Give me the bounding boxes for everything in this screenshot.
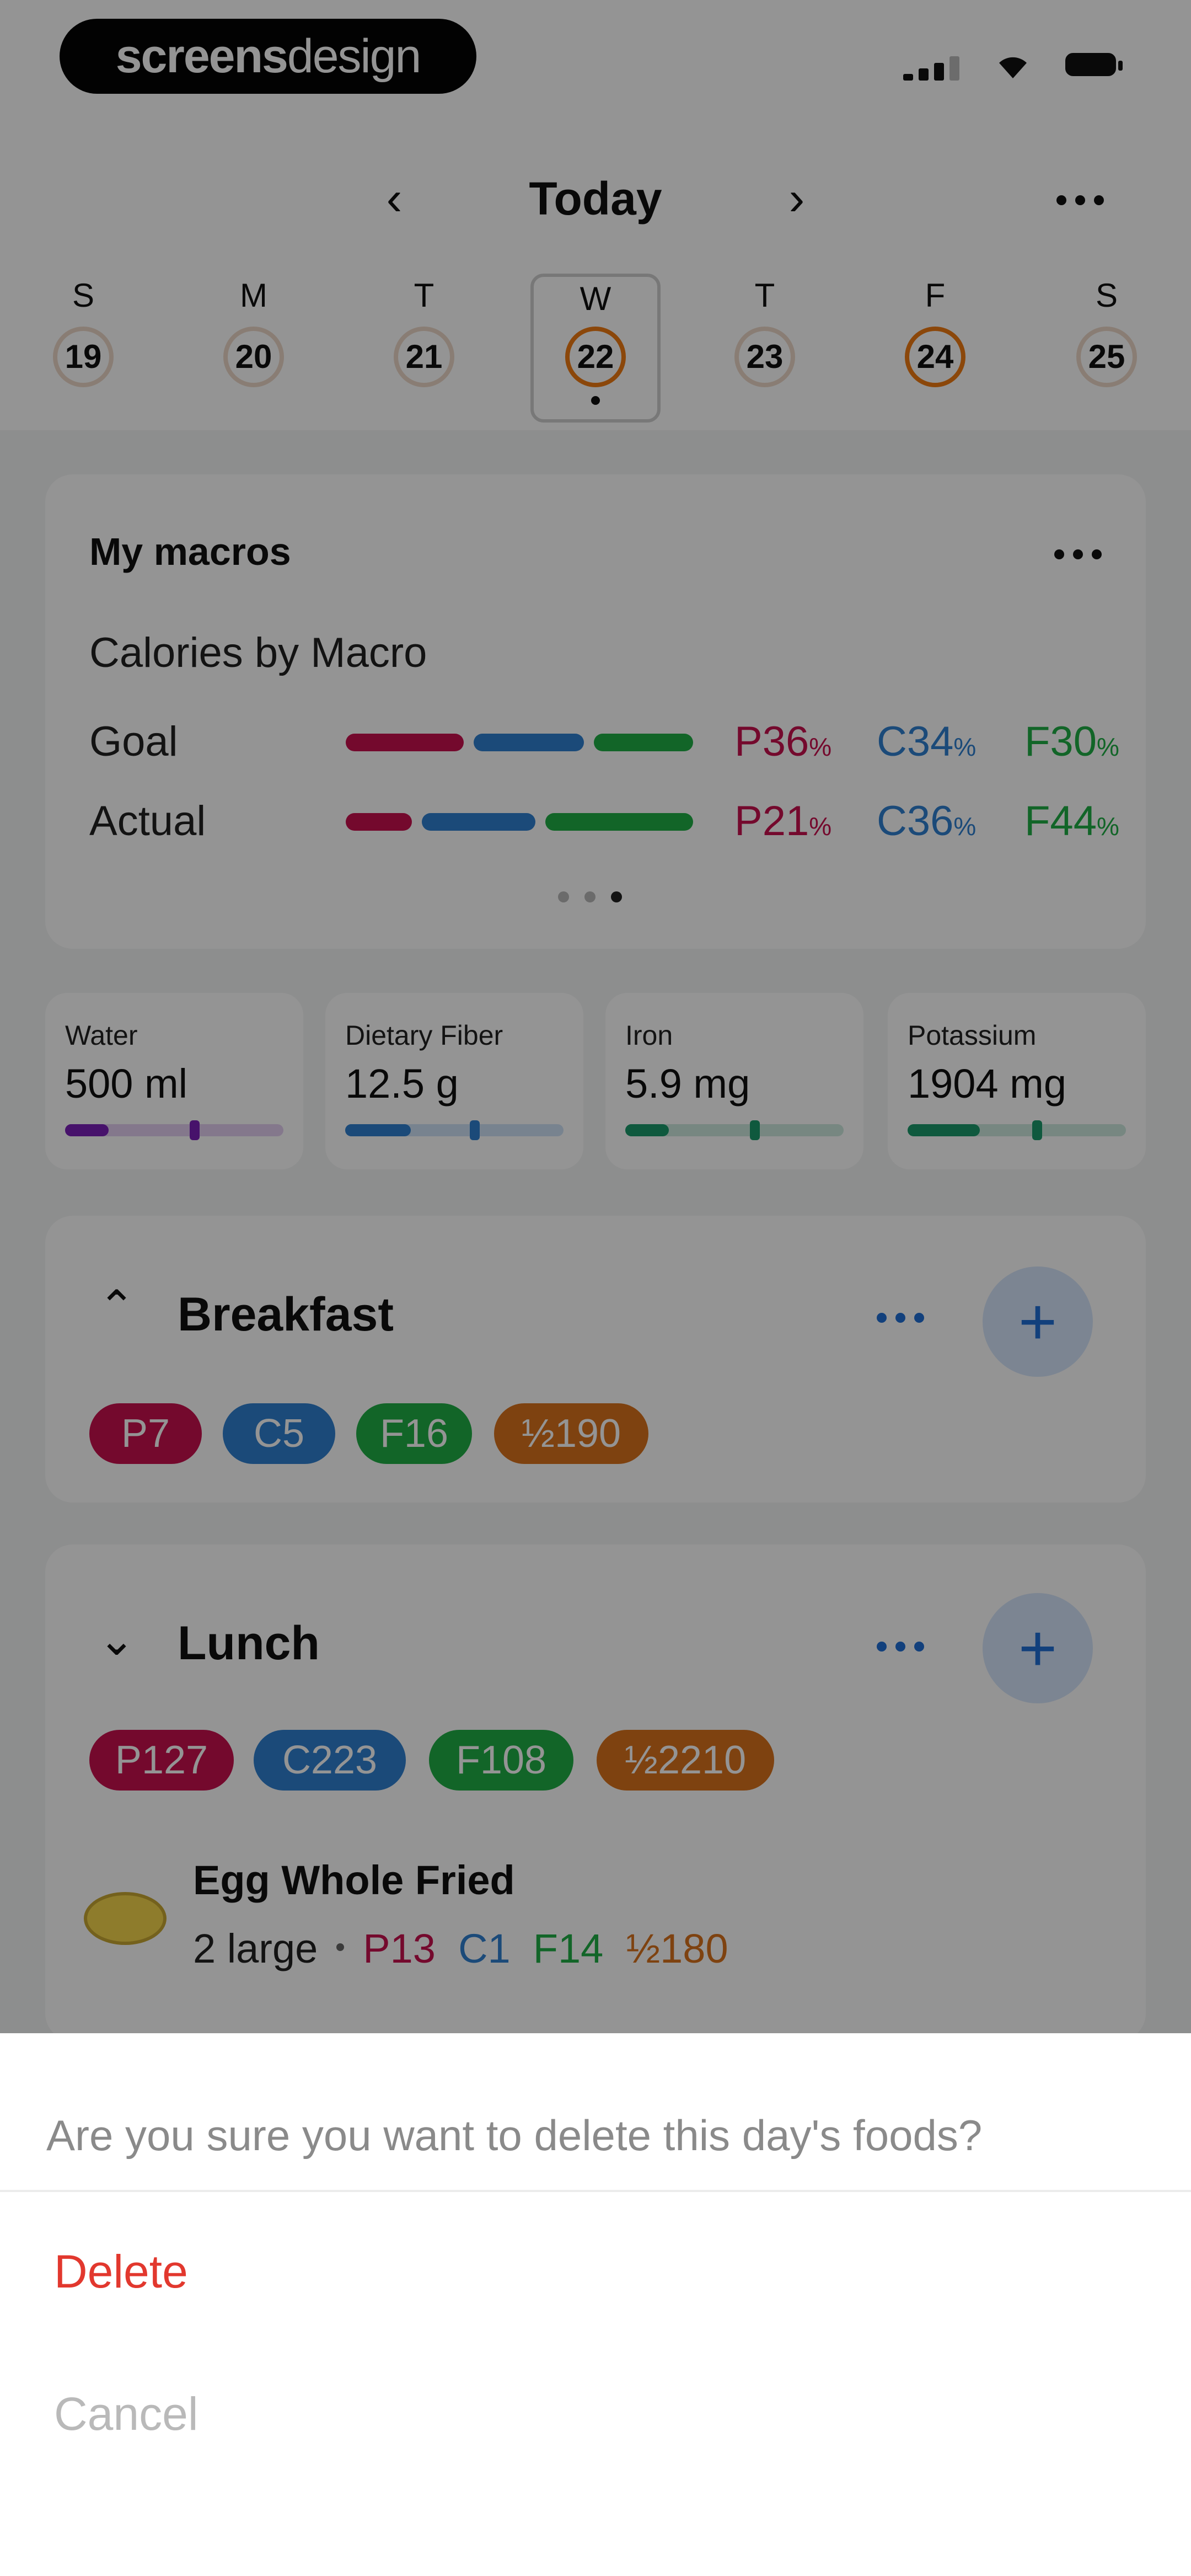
divider	[0, 2190, 1191, 2192]
delete-button[interactable]: Delete	[54, 2245, 188, 2299]
sheet-message: Are you sure you want to delete this day…	[46, 2111, 983, 2160]
delete-confirmation-sheet: Are you sure you want to delete this day…	[0, 2033, 1191, 2576]
screen: screensdesign ‹ Today › S 19 M 20 T 21 W 22 …	[0, 0, 1191, 2576]
cancel-button[interactable]: Cancel	[54, 2387, 198, 2441]
